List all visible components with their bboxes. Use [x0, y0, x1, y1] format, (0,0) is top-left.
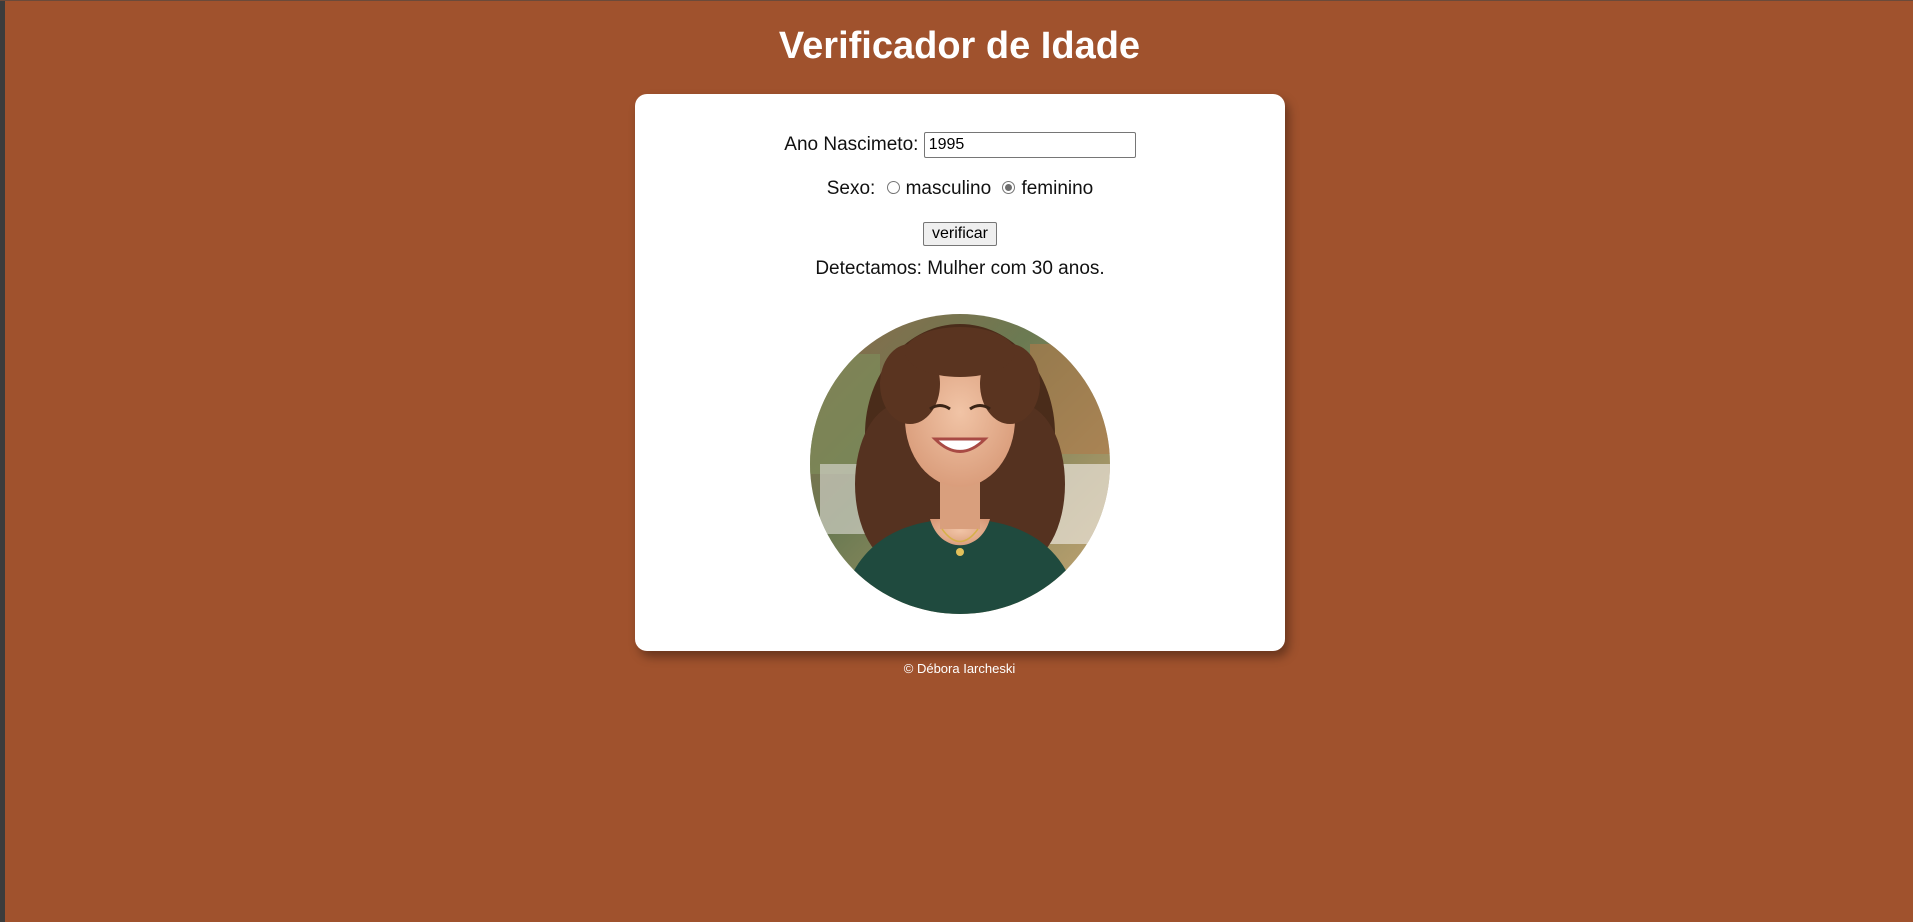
- sex-label: Sexo:: [826, 178, 876, 199]
- verifier-card: Ano Nascimeto: Sexo: masculino feminino …: [635, 94, 1285, 651]
- result-text: Detectamos: Mulher com 30 anos.: [815, 258, 1105, 279]
- year-label: Ano Nascimeto:: [784, 134, 919, 155]
- sex-row: Sexo: masculino feminino: [635, 178, 1285, 200]
- woman-photo: [810, 314, 1110, 614]
- year-row: Ano Nascimeto:: [635, 132, 1285, 158]
- year-input[interactable]: [923, 132, 1136, 158]
- radio-feminino[interactable]: [1002, 181, 1016, 194]
- radio-masculino[interactable]: [886, 181, 900, 194]
- radio-label-masculino: masculino: [905, 178, 992, 199]
- radio-label-feminino: feminino: [1021, 178, 1094, 199]
- woman-photo-icon: [810, 314, 1110, 614]
- window-edge: [0, 0, 5, 922]
- button-row: verificar: [635, 222, 1285, 246]
- window-top-edge: [0, 0, 1913, 1]
- verify-button[interactable]: verificar: [922, 222, 997, 246]
- footer-credit: © Débora Iarcheski: [903, 661, 1016, 676]
- page-title: Verificador de Idade: [778, 25, 1141, 67]
